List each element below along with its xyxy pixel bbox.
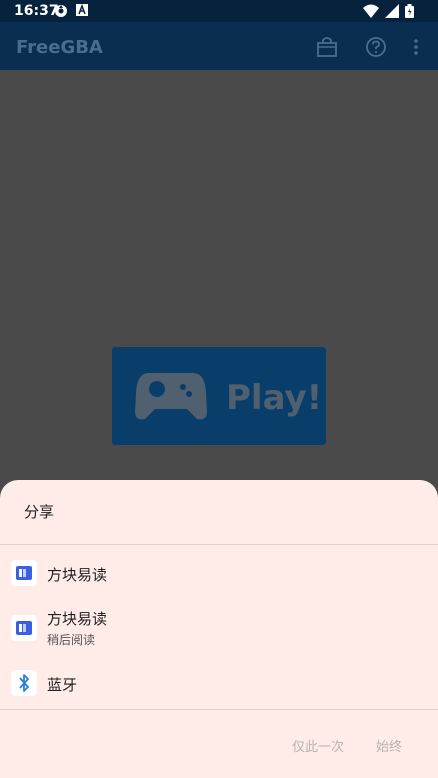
share-item-fangkuai-later[interactable]: 方块易读 稍后阅读	[0, 604, 438, 656]
divider	[0, 544, 438, 545]
divider	[0, 709, 438, 710]
play-button[interactable]: Play!	[112, 347, 326, 445]
share-item-fangkuai[interactable]: 方块易读	[0, 548, 438, 596]
bluetooth-icon	[11, 670, 37, 696]
more-vert-icon[interactable]	[410, 36, 422, 58]
just-once-button[interactable]: 仅此一次	[292, 736, 344, 755]
share-item-label: 方块易读	[47, 610, 108, 628]
help-icon[interactable]	[365, 36, 389, 58]
sync-icon	[54, 4, 68, 22]
status-time: 16:37	[14, 3, 59, 19]
share-item-label: 方块易读	[47, 566, 108, 584]
signal-icon	[385, 4, 399, 22]
app-title: FreeGBA	[16, 37, 103, 58]
fangkuai-app-icon	[11, 560, 37, 586]
battery-icon	[405, 4, 414, 22]
gamepad-icon	[135, 369, 207, 425]
share-item-bluetooth[interactable]: 蓝牙	[0, 660, 438, 708]
shopping-bag-icon[interactable]	[316, 36, 340, 58]
share-item-label: 蓝牙	[47, 676, 78, 694]
share-sheet: 分享 方块易读 方块易读 稍后阅读 蓝牙 仅此一次 始终	[0, 480, 438, 778]
status-bar: 16:37	[0, 0, 438, 22]
font-a-icon	[76, 3, 88, 22]
fangkuai-app-icon	[11, 615, 37, 641]
sheet-title: 分享	[24, 503, 55, 521]
wifi-icon	[363, 4, 379, 22]
share-item-sublabel: 稍后阅读	[47, 633, 96, 647]
app-bar: FreeGBA	[0, 22, 438, 70]
always-button[interactable]: 始终	[376, 736, 402, 755]
play-label: Play!	[226, 378, 323, 418]
